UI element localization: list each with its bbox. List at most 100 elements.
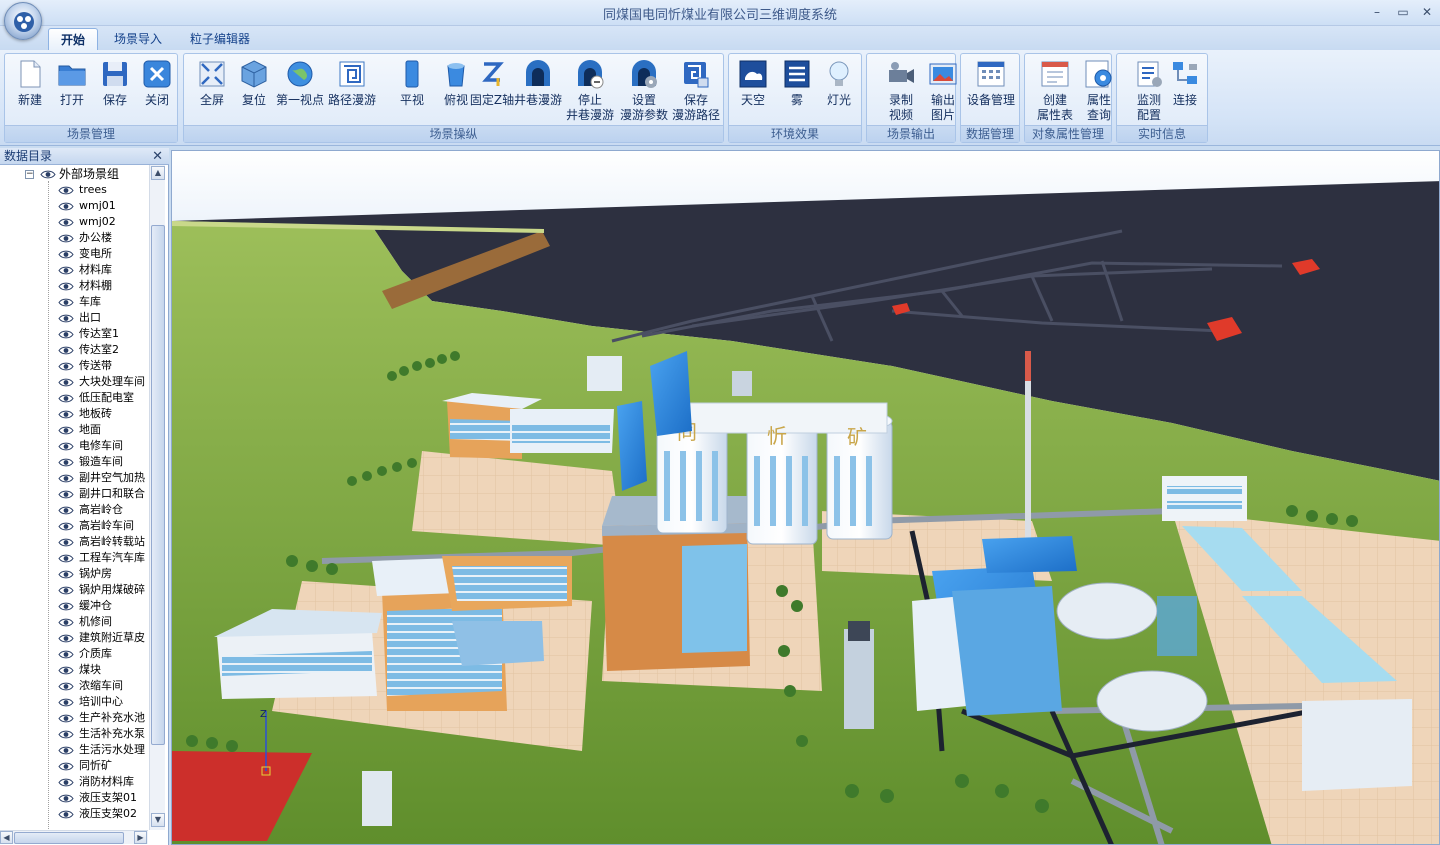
collapse-icon[interactable]: − bbox=[25, 170, 34, 179]
visibility-eye-icon[interactable] bbox=[58, 330, 74, 339]
tree-node[interactable]: trees bbox=[0, 182, 148, 198]
visibility-eye-icon[interactable] bbox=[58, 618, 74, 627]
tree-node[interactable]: 煤块 bbox=[0, 662, 148, 678]
tree-node[interactable]: 生产补充水池 bbox=[0, 710, 148, 726]
tree-node[interactable]: 消防材料库 bbox=[0, 774, 148, 790]
visibility-eye-icon[interactable] bbox=[40, 170, 56, 179]
network-connect-button[interactable]: 连接 bbox=[1165, 58, 1205, 124]
tree-vertical-scrollbar[interactable]: ▲ ▼ bbox=[149, 165, 165, 830]
visibility-eye-icon[interactable] bbox=[58, 234, 74, 243]
tree-node[interactable]: 车库 bbox=[0, 294, 148, 310]
scroll-thumb[interactable] bbox=[151, 225, 165, 745]
visibility-eye-icon[interactable] bbox=[58, 666, 74, 675]
tunnel-button[interactable]: 井巷漫游 bbox=[510, 58, 566, 124]
tree-node[interactable]: 建筑附近草皮 bbox=[0, 630, 148, 646]
visibility-eye-icon[interactable] bbox=[58, 298, 74, 307]
application-menu-button[interactable] bbox=[4, 2, 42, 40]
tree-node[interactable]: 机修间 bbox=[0, 614, 148, 630]
visibility-eye-icon[interactable] bbox=[58, 442, 74, 451]
visibility-eye-icon[interactable] bbox=[58, 714, 74, 723]
tree-node[interactable]: 同忻矿 bbox=[0, 758, 148, 774]
scroll-up-icon[interactable]: ▲ bbox=[151, 166, 165, 180]
tree-node[interactable]: 高岩岭转载站 bbox=[0, 534, 148, 550]
globe-button[interactable]: 第一视点 bbox=[272, 58, 328, 124]
tree-node[interactable]: 浓缩车间 bbox=[0, 678, 148, 694]
window-close-button[interactable]: ✕ bbox=[1414, 3, 1440, 21]
tree-node[interactable]: wmj01 bbox=[0, 198, 148, 214]
tree-node[interactable]: 生活污水处理 bbox=[0, 742, 148, 758]
visibility-eye-icon[interactable] bbox=[58, 266, 74, 275]
tree-node[interactable]: 生活补充水泵 bbox=[0, 726, 148, 742]
tree-root-node[interactable]: − 外部场景组 bbox=[0, 166, 148, 182]
visibility-eye-icon[interactable] bbox=[58, 538, 74, 547]
visibility-eye-icon[interactable] bbox=[58, 650, 74, 659]
tree-node[interactable]: 地板砖 bbox=[0, 406, 148, 422]
visibility-eye-icon[interactable] bbox=[58, 794, 74, 803]
tree-node[interactable]: 低压配电室 bbox=[0, 390, 148, 406]
tree-node[interactable]: 副井空气加热 bbox=[0, 470, 148, 486]
visibility-eye-icon[interactable] bbox=[58, 202, 74, 211]
visibility-eye-icon[interactable] bbox=[58, 394, 74, 403]
tree-node[interactable]: 材料库 bbox=[0, 262, 148, 278]
new-file-button[interactable]: 新建 bbox=[10, 58, 50, 124]
save-disk-button[interactable]: 保存 bbox=[95, 58, 135, 124]
visibility-eye-icon[interactable] bbox=[58, 698, 74, 707]
scroll-thumb-horizontal[interactable] bbox=[14, 832, 124, 844]
tree-node[interactable]: 介质库 bbox=[0, 646, 148, 662]
tree-node[interactable]: 办公楼 bbox=[0, 230, 148, 246]
panel-close-button[interactable]: ✕ bbox=[152, 148, 163, 165]
scroll-left-icon[interactable]: ◀ bbox=[0, 831, 13, 844]
visibility-eye-icon[interactable] bbox=[58, 410, 74, 419]
visibility-eye-icon[interactable] bbox=[58, 778, 74, 787]
tree-node[interactable]: 锅炉用煤破碎 bbox=[0, 582, 148, 598]
tree-node[interactable]: 大块处理车间 bbox=[0, 374, 148, 390]
tree-node[interactable]: 地面 bbox=[0, 422, 148, 438]
visibility-eye-icon[interactable] bbox=[58, 586, 74, 595]
visibility-eye-icon[interactable] bbox=[58, 682, 74, 691]
visibility-eye-icon[interactable] bbox=[58, 634, 74, 643]
visibility-eye-icon[interactable] bbox=[58, 458, 74, 467]
scroll-down-icon[interactable]: ▼ bbox=[151, 813, 165, 827]
3d-scene-viewport[interactable]: 同 忻 矿 Z bbox=[171, 150, 1440, 845]
visibility-eye-icon[interactable] bbox=[58, 250, 74, 259]
tree-node[interactable]: 副井口和联合 bbox=[0, 486, 148, 502]
tree-node[interactable]: 锅炉房 bbox=[0, 566, 148, 582]
visibility-eye-icon[interactable] bbox=[58, 746, 74, 755]
mine-scene-render[interactable]: 同 忻 矿 Z bbox=[172, 151, 1440, 845]
tree-node[interactable]: wmj02 bbox=[0, 214, 148, 230]
visibility-eye-icon[interactable] bbox=[58, 346, 74, 355]
visibility-eye-icon[interactable] bbox=[58, 762, 74, 771]
device-grid-button[interactable]: 设备管理 bbox=[963, 58, 1019, 124]
sky-button[interactable]: 天空 bbox=[733, 58, 773, 124]
visibility-eye-icon[interactable] bbox=[58, 282, 74, 291]
visibility-eye-icon[interactable] bbox=[58, 186, 74, 195]
tree-node[interactable]: 电修车间 bbox=[0, 438, 148, 454]
tab-scene-import[interactable]: 场景导入 bbox=[102, 28, 174, 51]
tree-node[interactable]: 锻造车间 bbox=[0, 454, 148, 470]
visibility-eye-icon[interactable] bbox=[58, 314, 74, 323]
visibility-eye-icon[interactable] bbox=[58, 362, 74, 371]
tree-node[interactable]: 出口 bbox=[0, 310, 148, 326]
tunnel-settings-button[interactable]: 设置 漫游参数 bbox=[616, 58, 672, 124]
visibility-eye-icon[interactable] bbox=[58, 602, 74, 611]
fog-button[interactable]: 雾 bbox=[777, 58, 817, 124]
visibility-eye-icon[interactable] bbox=[58, 522, 74, 531]
visibility-eye-icon[interactable] bbox=[58, 570, 74, 579]
visibility-eye-icon[interactable] bbox=[58, 554, 74, 563]
visibility-eye-icon[interactable] bbox=[58, 730, 74, 739]
visibility-eye-icon[interactable] bbox=[58, 378, 74, 387]
tab-start[interactable]: 开始 bbox=[48, 28, 99, 51]
tree-node[interactable]: 高岩岭仓 bbox=[0, 502, 148, 518]
visibility-eye-icon[interactable] bbox=[58, 474, 74, 483]
tree-node[interactable]: 传送带 bbox=[0, 358, 148, 374]
tree-node[interactable]: 工程车汽车库 bbox=[0, 550, 148, 566]
tree-node[interactable]: 液压支架01 bbox=[0, 790, 148, 806]
visibility-eye-icon[interactable] bbox=[58, 490, 74, 499]
folder-open-button[interactable]: 打开 bbox=[52, 58, 92, 124]
tree-node[interactable]: 变电所 bbox=[0, 246, 148, 262]
tree-node[interactable]: 材料棚 bbox=[0, 278, 148, 294]
path-spiral-button[interactable]: 路径漫游 bbox=[324, 58, 380, 124]
lightbulb-button[interactable]: 灯光 bbox=[819, 58, 859, 124]
tree-node[interactable]: 培训中心 bbox=[0, 694, 148, 710]
visibility-eye-icon[interactable] bbox=[58, 506, 74, 515]
